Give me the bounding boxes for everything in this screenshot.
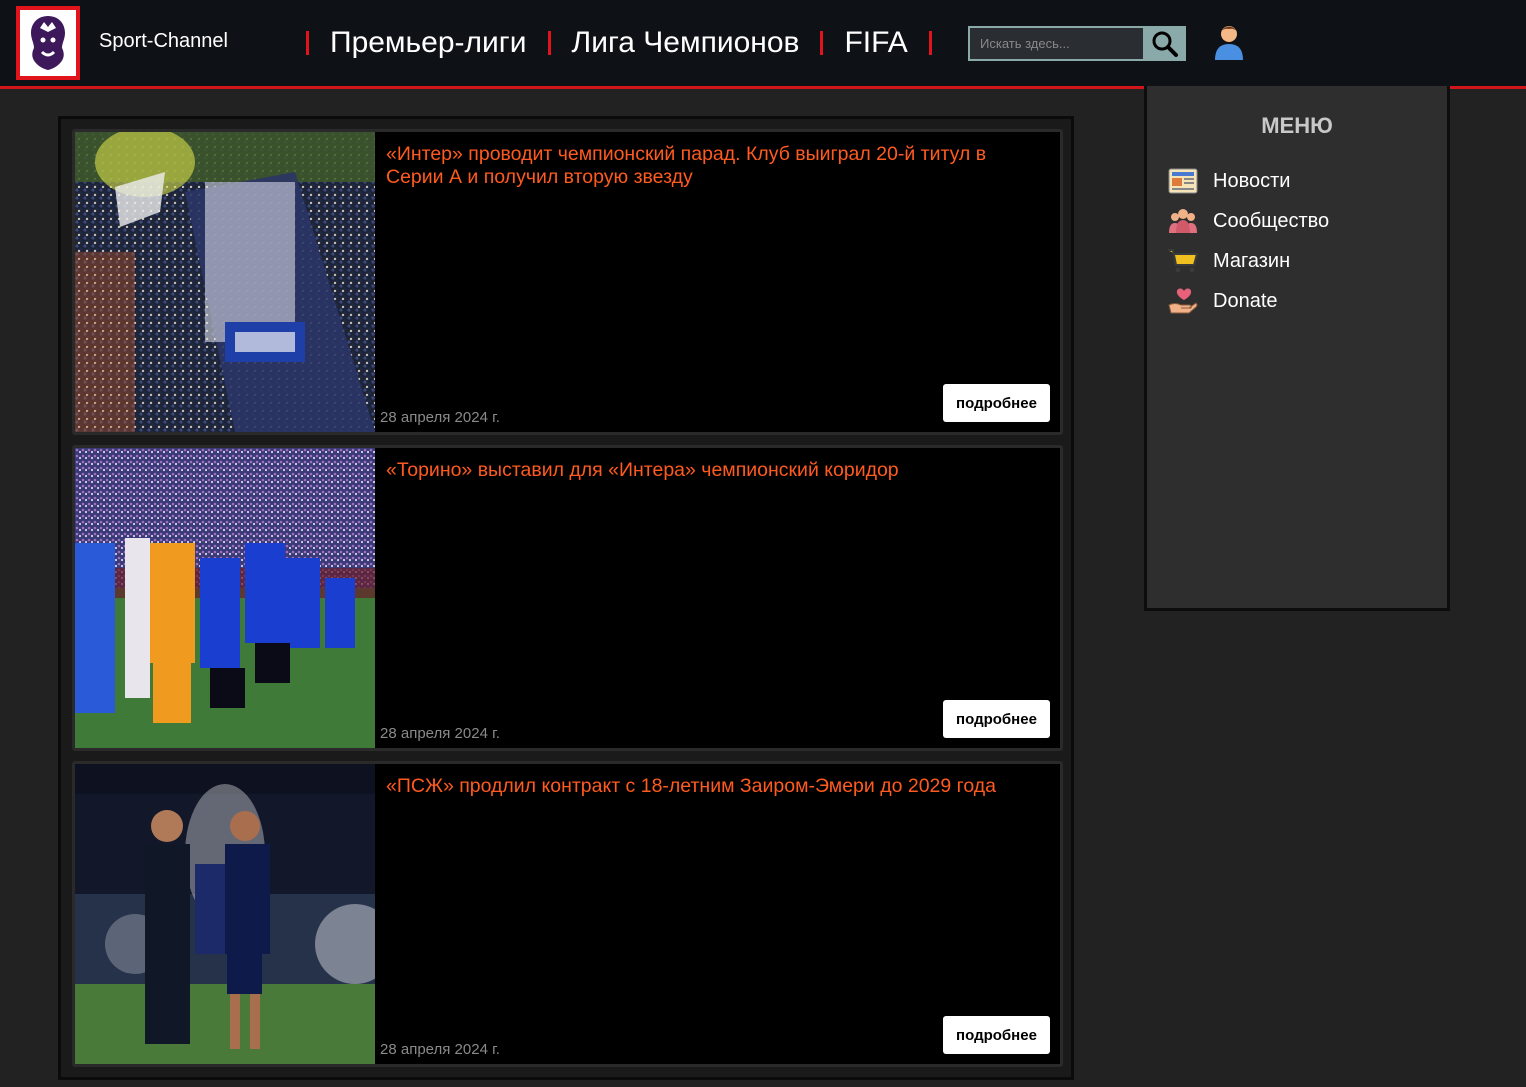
menu-item-label: Donate xyxy=(1213,289,1278,312)
news-date: 28 апреля 2024 г. xyxy=(380,1041,500,1058)
read-more-button[interactable]: подробнее xyxy=(943,384,1050,422)
lion-icon xyxy=(31,16,65,70)
menu-list: Новости Сообщество Магазин Donate xyxy=(1167,161,1329,321)
read-more-button[interactable]: подробнее xyxy=(943,700,1050,738)
cart-icon xyxy=(1167,246,1199,276)
read-more-button[interactable]: подробнее xyxy=(943,1016,1050,1054)
menu-item-donate[interactable]: Donate xyxy=(1167,281,1329,321)
menu-item-community[interactable]: Сообщество xyxy=(1167,201,1329,241)
search-button[interactable] xyxy=(1143,26,1186,61)
sidebar-title: МЕНЮ xyxy=(1261,113,1333,138)
news-title[interactable]: «Интер» проводит чемпионский парад. Клуб… xyxy=(386,143,1026,189)
news-title[interactable]: «Торино» выставил для «Интера» чемпионск… xyxy=(386,459,1026,482)
community-icon xyxy=(1167,206,1199,236)
sidebar-menu: МЕНЮ Новости Сообщество Магазин Donate xyxy=(1144,86,1450,611)
newspaper-icon xyxy=(1167,166,1199,196)
search-input[interactable] xyxy=(968,26,1143,61)
main-nav: Премьер-лиги Лига Чемпионов FIFA xyxy=(306,22,932,64)
nav-champions-league[interactable]: Лига Чемпионов xyxy=(551,22,821,64)
news-card[interactable]: «Торино» выставил для «Интера» чемпионск… xyxy=(72,445,1063,751)
search-bar xyxy=(968,26,1186,61)
news-title[interactable]: «ПСЖ» продлил контракт с 18-летним Заиро… xyxy=(386,775,1026,798)
news-image-inter-parade[interactable] xyxy=(75,132,375,432)
user-account-icon[interactable] xyxy=(1213,24,1245,60)
donate-heart-icon xyxy=(1167,286,1199,316)
news-feed: «Интер» проводит чемпионский парад. Клуб… xyxy=(58,116,1074,1080)
premier-league-logo[interactable] xyxy=(16,6,80,80)
nav-separator xyxy=(928,31,932,55)
news-card[interactable]: «ПСЖ» продлил контракт с 18-летним Заиро… xyxy=(72,761,1063,1067)
nav-premier-league[interactable]: Премьер-лиги xyxy=(309,22,548,64)
header: Sport-Channel Премьер-лиги Лига Чемпионо… xyxy=(0,0,1526,86)
nav-fifa[interactable]: FIFA xyxy=(823,22,928,64)
menu-item-shop[interactable]: Магазин xyxy=(1167,241,1329,281)
menu-item-label: Магазин xyxy=(1213,249,1291,272)
news-image-psg-contract[interactable] xyxy=(75,764,375,1064)
menu-item-label: Новости xyxy=(1213,169,1291,192)
news-date: 28 апреля 2024 г. xyxy=(380,725,500,742)
news-date: 28 апреля 2024 г. xyxy=(380,409,500,426)
news-image-torino-corridor[interactable] xyxy=(75,448,375,748)
search-icon xyxy=(1152,31,1178,57)
brand-name[interactable]: Sport-Channel xyxy=(99,30,228,53)
news-card[interactable]: «Интер» проводит чемпионский парад. Клуб… xyxy=(72,129,1063,435)
menu-item-label: Сообщество xyxy=(1213,209,1330,232)
menu-item-news[interactable]: Новости xyxy=(1167,161,1329,201)
